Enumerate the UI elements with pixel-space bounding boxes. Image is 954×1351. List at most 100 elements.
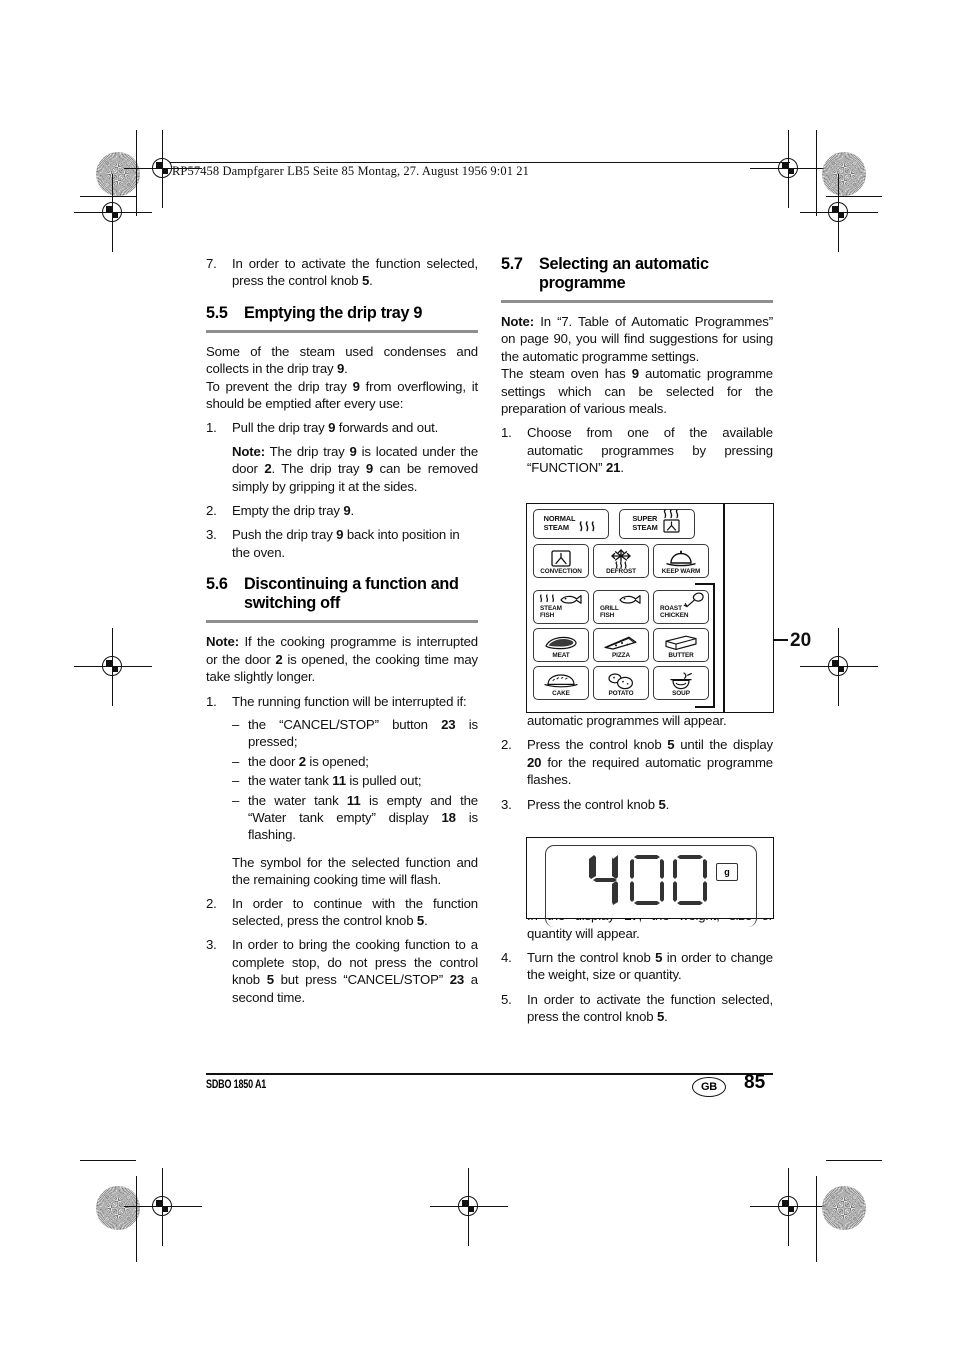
list-text: In order to activate the function select… [527,991,773,1025]
button-label: CAKE [552,690,570,698]
seven-segment-digit [673,855,707,905]
steam-oven-icon [661,509,682,539]
note-text: If the cooking programme is interrupted … [206,634,478,685]
button-meat[interactable]: MEAT [533,628,589,662]
list-item: 1. The running function will be interrup… [206,693,478,710]
potato-icon [594,671,648,691]
button-grill-fish[interactable]: GRILL FISH [593,590,649,624]
bullet-item: – the water tank 11 is pulled out; [232,772,478,789]
list-text: Empty the drip tray 9. [232,503,355,519]
list-number: 3. [206,937,217,953]
butter-block-icon [654,633,708,653]
list-item: 1. Choose from one of the available auto… [501,424,773,476]
callout-bracket-top [695,583,715,585]
callout-bracket-vertical [713,583,715,708]
bullet-item: – the “CANCEL/STOP” button 23 is pressed… [232,716,478,751]
list-number: 1. [206,420,217,436]
button-label: MEAT [552,652,570,660]
button-label: PIZZA [612,652,630,660]
seven-segment-digit [589,855,618,905]
list-item: 1. Pull the drip tray 9 forwards and out… [206,419,478,436]
bullet-item: – the door 2 is opened; [232,753,478,770]
print-rosette-mark [96,152,140,196]
list-item: 3. Push the drip tray 9 back into positi… [206,526,478,561]
list-item: 3. In order to bring the cooking functio… [206,936,478,1006]
print-rosette-mark [822,152,866,196]
section-number: 5.7 [501,255,523,273]
button-roast-chicken[interactable]: ROAST CHICKEN [653,590,709,624]
paragraph: Some of the steam used condenses and col… [206,343,478,377]
footer-region-label: GB [700,1081,718,1093]
button-super-steam[interactable]: SUPER STEAM [619,509,695,539]
button-label-line2: STEAM [543,523,569,532]
section-number: 5.5 [206,303,228,322]
bullet-dash: – [232,773,240,789]
list-text: Choose from one of the available automat… [527,425,773,476]
list-item: 2. Press the control knob 5 until the di… [501,736,773,788]
trim-mark [80,1160,136,1162]
footer-rule [206,1073,773,1075]
button-label: DEFROST [606,568,636,576]
button-potato[interactable]: POTATO [593,666,649,700]
callout-number-20: 20 [790,630,812,651]
section-divider [206,329,478,333]
list-item: 7. In order to activate the function sel… [206,255,478,290]
list-item: 5. In order to activate the function sel… [501,991,773,1026]
cloche-icon [654,549,708,569]
note-label: Note: [206,634,239,650]
page-edge-rule [816,1176,818,1262]
page-edge-rule [136,1176,138,1262]
paragraph: The steam oven has 9 automatic programme… [501,366,773,417]
list-item: 4. Turn the control knob 5 in order to c… [501,949,773,984]
button-keep-warm[interactable]: KEEP WARM [653,544,709,578]
registration-mark-mid-left [74,628,152,706]
button-butter[interactable]: BUTTER [653,628,709,662]
button-label: CONVECTION [540,568,582,576]
button-label: SOUP [672,690,690,698]
button-convection[interactable]: CONVECTION [533,544,589,578]
footer-model: SDBO 1850 A1 [206,1079,267,1091]
list-text: Press the control knob 5. [527,796,670,812]
list-item: 2. In order to continue with the functio… [206,895,478,930]
button-cake[interactable]: CAKE [533,666,589,700]
bullet-dash: – [232,716,240,732]
button-defrost[interactable]: DEFROST [593,544,649,578]
trim-mark [826,196,882,198]
callout-leader-line [774,639,788,641]
button-label-line2: STEAM [632,523,658,532]
convection-fan-icon [534,549,588,569]
list-number: 3. [501,796,512,812]
trim-mark [80,196,136,198]
list-text: In order to bring the cooking function t… [232,937,478,1005]
footer-page-number: 85 [744,1072,766,1093]
button-soup[interactable]: SOUP [653,666,709,700]
registration-mark-bottom-left [124,1168,202,1246]
bullet-list: – the “CANCEL/STOP” button 23 is pressed… [232,716,478,844]
registration-mark-bottom-center [430,1168,508,1246]
registration-mark-top-right [750,130,828,208]
button-normal-steam[interactable]: NORMAL STEAM [533,509,609,539]
seven-segment-digit [630,855,664,905]
button-pizza[interactable]: PIZZA [593,628,649,662]
list-number: 4. [501,949,512,965]
soup-bowl-icon [654,671,708,691]
section-5-7: 5.7 Selecting an automatic programme [501,255,773,303]
list-item: 2. Empty the drip tray 9. [206,502,478,519]
button-label-line2: FISH [600,611,615,619]
section-divider [501,300,773,303]
note-block: Note: In “7. Table of Automatic Programm… [501,313,773,365]
button-steam-fish[interactable]: STEAM FISH [533,590,589,624]
section-title-line2: programme [539,274,626,292]
control-panel-figure: NORMAL STEAM SUPER STEAM CONVECTION DEFR… [526,503,774,713]
trim-mark [826,1160,882,1162]
bullet-text: the door 2 is opened; [248,753,369,769]
left-column: 7. In order to activate the function sel… [206,255,478,1006]
button-label-line2: CHICKEN [660,611,689,619]
note-label: Note: [232,443,265,459]
list-text: Push the drip tray 9 back into position … [232,527,460,560]
list-text: Pull the drip tray 9 forwards and out. [232,420,439,436]
note-block: Note: If the cooking programme is interr… [206,633,478,685]
bullet-text: the water tank 11 is empty and the “Wate… [248,792,478,843]
list-text: Press the control knob 5 until the displ… [527,737,773,788]
print-rosette-mark [822,1186,866,1230]
